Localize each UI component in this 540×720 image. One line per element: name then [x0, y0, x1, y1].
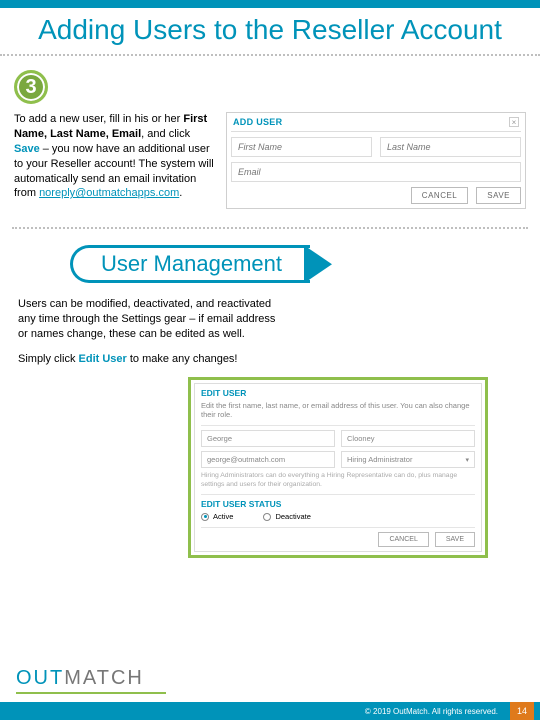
radio-label: Deactivate [275, 512, 310, 521]
edit-first-name-field[interactable]: George [201, 430, 335, 447]
ribbon-container: User Management [0, 241, 540, 291]
role-hint: Hiring Administrators can do everything … [201, 472, 475, 490]
add-user-title: ADD USER [233, 117, 282, 127]
edit-user-title: EDIT USER [201, 388, 475, 398]
chevron-down-icon: ▾ [465, 456, 469, 464]
save-button[interactable]: SAVE [476, 187, 521, 204]
outmatch-logo: OUTMATCH [16, 667, 166, 694]
noreply-email-link[interactable]: noreply@outmatchapps.com [39, 187, 179, 199]
user-management-section: Users can be modified, deactivated, and … [0, 291, 540, 562]
text: , and click [141, 128, 190, 140]
mgmt-paragraph-1: Users can be modified, deactivated, and … [18, 297, 288, 342]
active-radio[interactable]: Active [201, 512, 233, 521]
field-value: george@outmatch.com [207, 455, 285, 464]
edit-user-status-title: EDIT USER STATUS [201, 499, 475, 509]
field-value: Hiring Administrator [347, 455, 412, 464]
edit-role-select[interactable]: Hiring Administrator ▾ [341, 451, 475, 468]
footer-bar: © 2019 OutMatch. All rights reserved. 14 [0, 702, 540, 720]
text: . [179, 187, 182, 199]
step-header: 3 [0, 66, 540, 112]
email-field[interactable] [231, 162, 521, 182]
text: to make any changes! [127, 353, 238, 365]
step-number-badge: 3 [14, 70, 48, 104]
text: Simply click [18, 353, 79, 365]
radio-icon [263, 513, 271, 521]
mgmt-paragraph-2: Simply click Edit User to make any chang… [18, 352, 288, 367]
edit-cancel-button[interactable]: CANCEL [378, 532, 428, 547]
logo-part-1: OUT [16, 667, 64, 689]
edit-last-name-field[interactable]: Clooney [341, 430, 475, 447]
field-value: Clooney [347, 434, 375, 443]
edit-user-keyword: Edit User [79, 353, 127, 365]
deactivate-radio[interactable]: Deactivate [263, 512, 310, 521]
user-management-ribbon: User Management [70, 245, 310, 283]
edit-email-field[interactable]: george@outmatch.com [201, 451, 335, 468]
divider [12, 227, 528, 229]
edit-user-dialog: EDIT USER Edit the first name, last name… [188, 377, 488, 558]
logo-underline [16, 692, 166, 694]
cancel-button[interactable]: CANCEL [411, 187, 468, 204]
last-name-field[interactable] [380, 137, 521, 157]
step-3-body: To add a new user, fill in his or her Fi… [14, 112, 214, 209]
step-3-section: To add a new user, fill in his or her Fi… [0, 112, 540, 215]
radio-icon [201, 513, 209, 521]
radio-label: Active [213, 512, 233, 521]
copyright-text: © 2019 OutMatch. All rights reserved. [365, 707, 498, 716]
logo-part-2: MATCH [64, 667, 144, 689]
page-title: Adding Users to the Reseller Account [0, 8, 540, 48]
field-value: George [207, 434, 232, 443]
page-number: 14 [510, 702, 534, 720]
close-icon[interactable]: × [509, 117, 519, 127]
save-keyword: Save [14, 143, 40, 155]
divider [0, 54, 540, 56]
edit-save-button[interactable]: SAVE [435, 532, 475, 547]
top-accent-bar [0, 0, 540, 8]
first-name-field[interactable] [231, 137, 372, 157]
text: To add a new user, fill in his or her [14, 113, 183, 125]
add-user-dialog: ADD USER × CANCEL SAVE [226, 112, 526, 209]
edit-user-desc: Edit the first name, last name, or email… [201, 401, 475, 421]
